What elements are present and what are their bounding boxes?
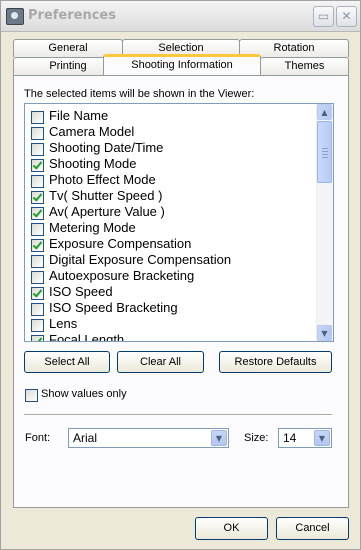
list-item-label: Shooting Date/Time [49,140,164,155]
font-select-value: Arial [73,431,98,445]
list-item-label: Tv( Shutter Speed ) [49,188,163,203]
preferences-window: Preferences ▭ ✕ General Selection Rotati… [0,0,361,550]
scroll-thumb[interactable] [317,121,332,183]
checkbox[interactable] [31,335,44,341]
list-item-label: ISO Speed [49,284,113,299]
font-dropdown-button[interactable]: ▼ [211,430,227,446]
checkbox[interactable] [31,111,44,124]
grip-line [322,148,328,149]
grip-line [322,157,328,158]
scroll-down-button[interactable]: ▼ [317,325,332,341]
list-item-label: Digital Exposure Compensation [49,252,232,267]
font-select[interactable]: Arial ▼ [68,428,229,448]
checkbox[interactable] [31,303,44,316]
checkbox[interactable] [31,223,44,236]
instruction-text: The selected items will be shown in the … [24,88,255,100]
tab-themes[interactable]: Themes [260,57,349,75]
checkbox[interactable] [31,239,44,252]
chevron-down-icon: ▼ [321,329,328,338]
maximize-icon: ▭ [317,9,330,23]
vertical-scrollbar[interactable]: ▲ ▼ [316,104,333,341]
list-item-label: Exposure Compensation [49,236,192,251]
checkbox[interactable] [31,255,44,268]
list-item-label: Metering Mode [49,220,136,235]
window-title: Preferences [28,8,116,23]
checkbox[interactable] [31,287,44,300]
list-item-label: Autoexposure Bracketing [49,268,195,283]
close-icon: ✕ [341,9,352,23]
size-dropdown-button[interactable]: ▼ [314,430,330,446]
checkbox[interactable] [31,127,44,140]
close-button[interactable]: ✕ [336,6,357,27]
divider [24,414,332,416]
title-bar[interactable]: Preferences ▭ ✕ [1,1,360,32]
cancel-button[interactable]: Cancel [276,517,349,540]
tab-shooting-information[interactable]: Shooting Information [103,54,261,75]
list-item-label: Lens [49,316,78,331]
select-all-button[interactable]: Select All [24,351,110,373]
checkbox[interactable] [31,175,44,188]
shooting-info-list[interactable]: File Name Camera Model Shooting Date/Tim… [24,103,334,342]
checkbox[interactable] [31,271,44,284]
checkbox[interactable] [31,191,44,204]
maximize-button[interactable]: ▭ [313,6,334,27]
list-item-label: Photo Effect Mode [49,172,156,187]
show-values-only-label: Show values only [41,388,127,400]
camera-icon [6,8,24,25]
clear-all-button[interactable]: Clear All [117,351,204,373]
size-select-value: 14 [283,431,297,445]
checkbox[interactable] [31,207,44,220]
list-item-label: Shooting Mode [49,156,137,171]
list-item-label: Camera Model [49,124,135,139]
chevron-down-icon: ▼ [215,434,223,443]
chevron-down-icon: ▼ [318,434,326,443]
font-label: Font: [25,432,51,444]
list-item-label: ISO Speed Bracketing [49,300,178,315]
list-item-label: Focal Length [49,332,125,342]
show-values-only-checkbox[interactable] [25,389,38,402]
size-select[interactable]: 14 ▼ [278,428,332,448]
checkbox[interactable] [31,143,44,156]
restore-defaults-button[interactable]: Restore Defaults [219,351,332,373]
size-label: Size: [244,432,269,444]
checkbox[interactable] [31,319,44,332]
checkbox[interactable] [31,159,44,172]
list-item-label: Av( Aperture Value ) [49,204,165,219]
grip-line [322,151,328,152]
grip-line [322,154,328,155]
scroll-up-button[interactable]: ▲ [317,104,332,120]
ok-button[interactable]: OK [195,517,268,540]
chevron-up-icon: ▲ [321,108,328,117]
list-item-label: File Name [49,108,109,123]
